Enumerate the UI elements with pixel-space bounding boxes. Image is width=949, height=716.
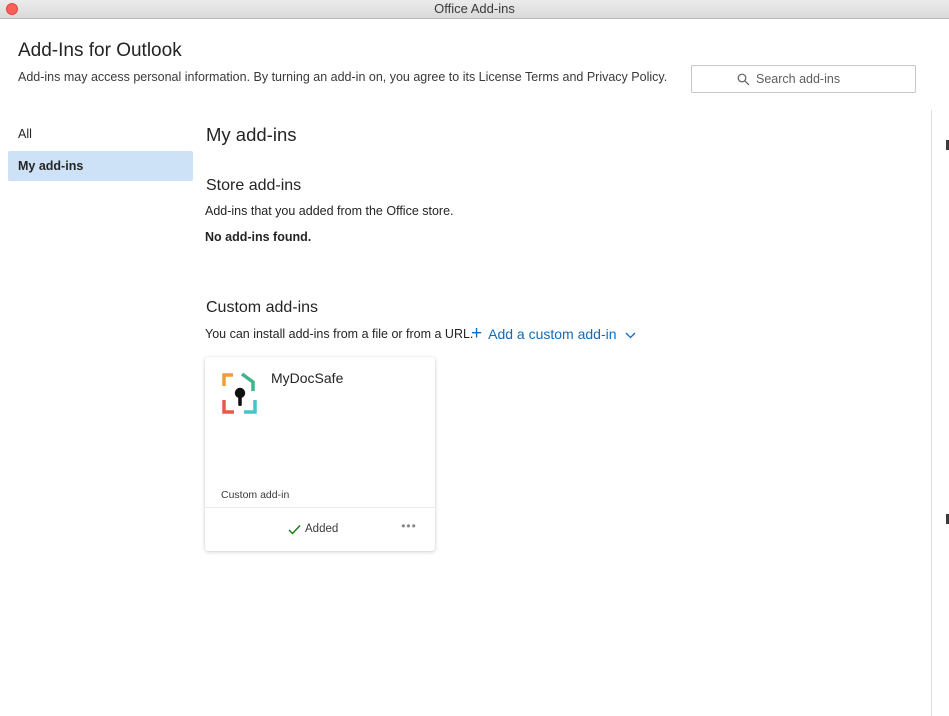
title-bar: Office Add-ins <box>0 0 949 19</box>
search-icon <box>737 73 750 86</box>
search-input[interactable] <box>756 69 906 89</box>
privacy-notice: Add-ins may access personal information.… <box>18 70 668 84</box>
checkmark-icon <box>288 524 301 535</box>
add-in-card[interactable]: MyDocSafe Custom add-in Added ••• <box>205 357 435 551</box>
custom-section-description: You can install add-ins from a file or f… <box>205 327 474 341</box>
add-in-type: Custom add-in <box>221 489 290 501</box>
sidebar-item-all[interactable]: All <box>8 119 193 149</box>
sidebar-item-label: My add-ins <box>18 159 84 173</box>
mydocsafe-logo-icon <box>222 372 257 414</box>
page-title: Add-Ins for Outlook <box>18 40 182 61</box>
search-box[interactable] <box>691 65 916 93</box>
add-custom-add-in-button[interactable]: + Add a custom add-in <box>471 324 636 344</box>
add-in-status: Added <box>288 523 338 535</box>
main-title: My add-ins <box>206 124 297 145</box>
plus-icon: + <box>471 323 483 344</box>
add-in-status-label: Added <box>305 523 339 535</box>
add-custom-add-in-label: Add a custom add-in <box>488 326 617 342</box>
card-divider <box>205 507 435 508</box>
add-in-name: MyDocSafe <box>271 370 344 386</box>
sidebar-item-my-add-ins[interactable]: My add-ins <box>8 151 193 181</box>
store-section-description: Add-ins that you added from the Office s… <box>205 204 454 218</box>
more-options-button[interactable]: ••• <box>397 517 421 537</box>
custom-section-title: Custom add-ins <box>206 299 319 316</box>
sidebar-item-label: All <box>18 127 32 141</box>
store-empty-message: No add-ins found. <box>205 230 312 244</box>
scroll-area-border <box>931 110 932 716</box>
window-title: Office Add-ins <box>434 1 515 16</box>
store-section-title: Store add-ins <box>206 177 302 194</box>
chevron-down-icon <box>625 326 636 342</box>
close-window-button[interactable] <box>6 3 18 15</box>
